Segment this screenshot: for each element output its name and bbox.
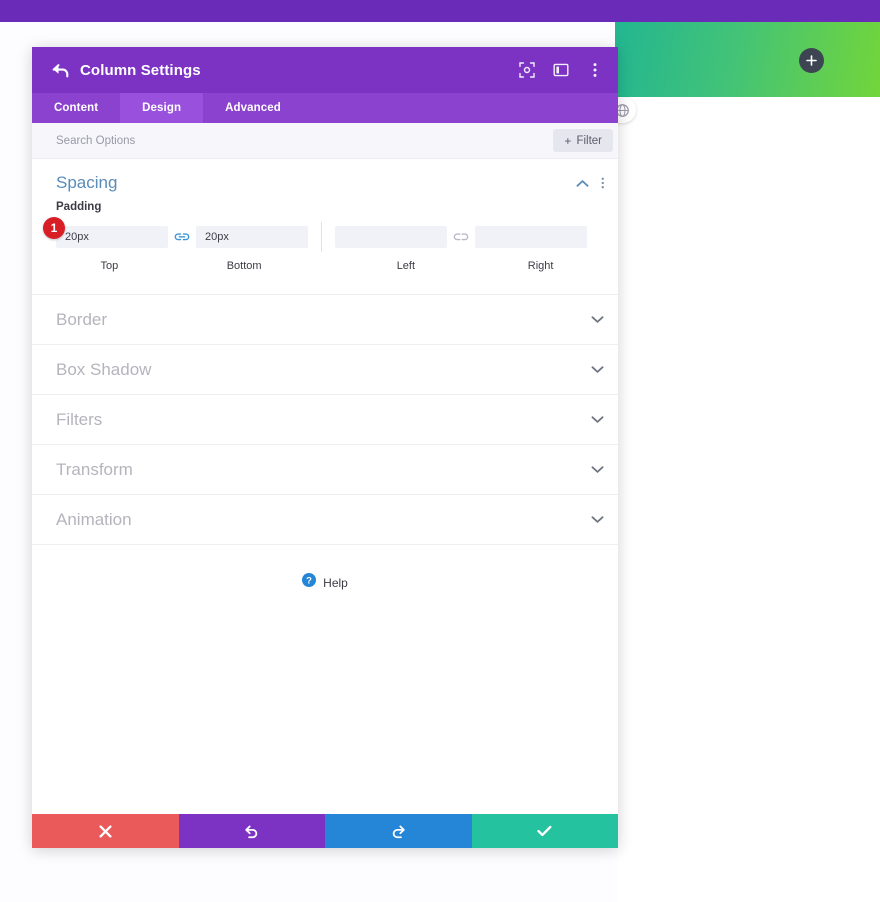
link-broken-icon[interactable] xyxy=(447,231,475,243)
padding-top-input[interactable] xyxy=(56,226,168,248)
redo-icon xyxy=(391,824,406,839)
padding-left-input[interactable] xyxy=(335,226,447,248)
chevron-down-icon[interactable] xyxy=(591,411,604,429)
padding-left-label: Left xyxy=(353,260,460,272)
close-x-icon xyxy=(99,825,112,838)
chevron-down-icon[interactable] xyxy=(591,511,604,529)
filter-button-label: Filter xyxy=(576,135,602,147)
padding-labels-row: Top Bottom Left Right xyxy=(32,260,618,272)
help-question-icon: ? xyxy=(302,573,316,592)
column-settings-modal: Column Settings xyxy=(32,47,618,848)
padding-group-divider xyxy=(321,222,322,252)
search-input[interactable] xyxy=(56,135,553,147)
padding-bottom-label: Bottom xyxy=(191,260,298,272)
padding-right-label: Right xyxy=(487,260,594,272)
wp-admin-bar xyxy=(0,0,880,22)
tab-advanced[interactable]: Advanced xyxy=(203,93,303,123)
section-spacing-actions xyxy=(576,176,605,190)
modal-body: Spacing xyxy=(32,159,618,814)
section-transform-title: Transform xyxy=(56,460,591,480)
step-badge-1: 1 xyxy=(43,217,65,239)
padding-horizontal-group xyxy=(335,226,587,248)
padding-vertical-group xyxy=(56,226,308,248)
kebab-menu-icon[interactable] xyxy=(586,61,604,79)
filter-button[interactable]: + Filter xyxy=(553,129,613,152)
padding-bottom-input[interactable] xyxy=(196,226,308,248)
add-module-button[interactable] xyxy=(799,48,824,73)
help-link[interactable]: ? Help xyxy=(32,545,618,592)
chevron-down-icon[interactable] xyxy=(591,361,604,379)
padding-field-label: Padding xyxy=(32,201,618,213)
search-bar: + Filter xyxy=(32,123,618,159)
section-transform[interactable]: Transform xyxy=(32,445,618,495)
section-animation-title: Animation xyxy=(56,510,591,530)
layout-panel-icon[interactable] xyxy=(552,61,570,79)
padding-inputs-row: 1 xyxy=(32,222,618,252)
tab-content[interactable]: Content xyxy=(32,93,120,123)
focus-target-icon[interactable] xyxy=(518,61,536,79)
svg-text:?: ? xyxy=(306,576,312,587)
section-spacing-header[interactable]: Spacing xyxy=(32,159,618,201)
undo-icon xyxy=(244,824,259,839)
padding-right-input[interactable] xyxy=(475,226,587,248)
plus-icon xyxy=(806,55,817,66)
back-arrow-icon[interactable] xyxy=(50,60,70,80)
help-label: Help xyxy=(323,576,348,590)
page-title: Column Settings xyxy=(80,62,518,79)
tab-design[interactable]: Design xyxy=(120,93,203,123)
section-animation[interactable]: Animation xyxy=(32,495,618,545)
chevron-down-icon[interactable] xyxy=(591,461,604,479)
section-filters[interactable]: Filters xyxy=(32,395,618,445)
modal-footer xyxy=(32,814,618,848)
section-filters-title: Filters xyxy=(56,410,591,430)
section-border-title: Border xyxy=(56,310,591,330)
screen: Column Settings xyxy=(0,0,880,902)
section-box-shadow[interactable]: Box Shadow xyxy=(32,345,618,395)
modal-header: Column Settings xyxy=(32,47,618,93)
page-section-green-band xyxy=(615,22,880,97)
redo-button[interactable] xyxy=(325,814,472,848)
chevron-down-icon[interactable] xyxy=(591,311,604,329)
chevron-up-icon[interactable] xyxy=(576,179,589,188)
undo-button[interactable] xyxy=(179,814,326,848)
save-button[interactable] xyxy=(472,814,619,848)
cancel-button[interactable] xyxy=(32,814,179,848)
plus-icon: + xyxy=(564,135,571,147)
modal-tabs: Content Design Advanced xyxy=(32,93,618,123)
section-spacing-title: Spacing xyxy=(56,173,576,193)
link-connected-icon[interactable] xyxy=(168,231,196,243)
checkmark-icon xyxy=(537,825,552,837)
section-border[interactable]: Border xyxy=(32,295,618,345)
section-spacing: Spacing xyxy=(32,159,618,295)
kebab-menu-icon[interactable] xyxy=(601,176,605,190)
section-box-shadow-title: Box Shadow xyxy=(56,360,591,380)
modal-header-actions xyxy=(518,61,604,79)
padding-top-label: Top xyxy=(56,260,163,272)
